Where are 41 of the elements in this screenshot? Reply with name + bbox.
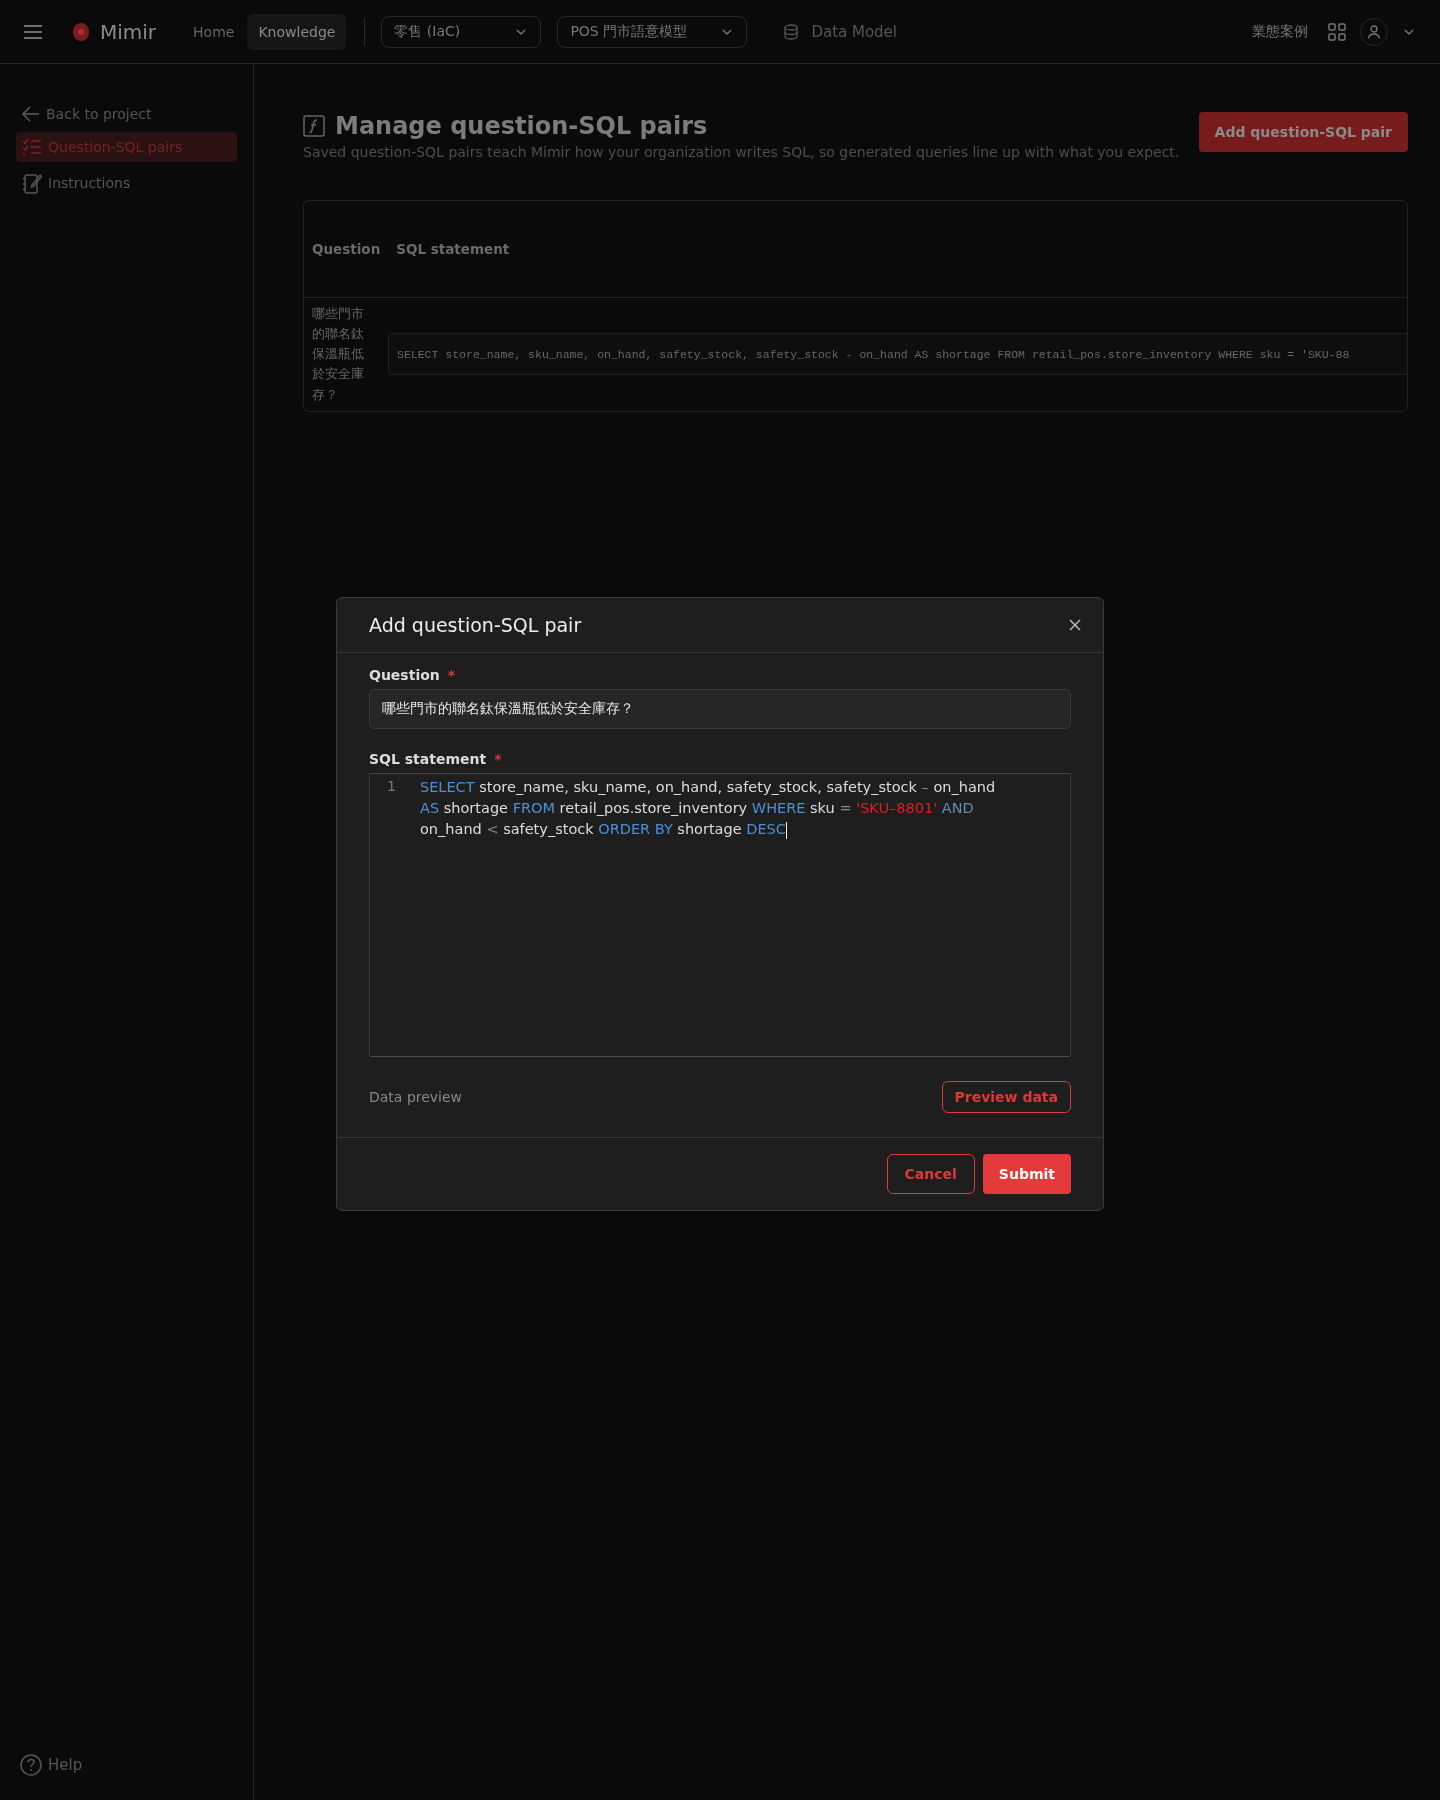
sidebar-item[interactable]: Instructions bbox=[16, 166, 237, 200]
help-link[interactable]: Help bbox=[16, 1754, 237, 1776]
preview-label: Data preview bbox=[369, 1089, 463, 1105]
line-number: 1 bbox=[386, 777, 397, 796]
column-header: Question bbox=[312, 241, 382, 257]
nav-tab[interactable]: Home bbox=[182, 13, 246, 50]
arrow-left-icon bbox=[22, 106, 40, 122]
question-cell-text: 哪些門市的聯名鈦保溫瓶低於安全庫存？ bbox=[312, 305, 365, 404]
page-title: Manage question-SQL pairs bbox=[335, 112, 708, 140]
menu-icon[interactable] bbox=[24, 24, 42, 39]
sql-editor[interactable]: 1 SELECT store_name, sku_name, on_hand, safety_stock, safety_stock – on_hand AS shortage FROM retail_pos.store_inventory WHERE sku = 'SKU–8801' AND on_hand < safety_stock ORDER BY shortage DESC bbox=[369, 773, 1071, 1057]
project-dropdown[interactable]: POS 門市語意模型 bbox=[557, 15, 748, 48]
grid-icon[interactable] bbox=[1328, 22, 1346, 41]
submit-button[interactable]: Submit bbox=[982, 1154, 1071, 1194]
sql-cell: SELECT store_name, sku_name, on_hand, safety_stock, safety_stock - on_hand AS shortage FROM retail_pos.store_inventory WHERE sku = 'SKU-88 bbox=[388, 333, 1407, 376]
app-name: Mimir bbox=[100, 19, 157, 44]
user-icon bbox=[1367, 24, 1381, 39]
required-mark: * bbox=[447, 667, 456, 683]
field-label: SQL statement bbox=[369, 751, 487, 767]
logo-icon bbox=[72, 21, 90, 42]
page-subtitle: Saved question-SQL pairs teach Mimir how your organization writes SQL, so generated queries line up with what you expect. bbox=[303, 144, 1180, 160]
required-mark: * bbox=[494, 751, 502, 767]
sql-code: SELECT store_name, sku_name, on_hand, safety_stock, safety_stock – on_hand AS shortage FROM retail_pos.store_inventory WHERE sku = 'SKU–8801' AND on_hand < safety_stock ORDER BY shortage DESC bbox=[420, 778, 997, 841]
notebook-icon bbox=[22, 172, 42, 194]
cancel-button[interactable]: Cancel bbox=[886, 1154, 975, 1194]
checklist-icon bbox=[22, 138, 42, 156]
nav-tab[interactable]: Knowledge bbox=[247, 13, 347, 50]
back-link[interactable]: Back to project bbox=[16, 100, 237, 128]
modal-title: Add question-SQL pair bbox=[369, 614, 582, 636]
cases-link[interactable]: 業態案例 bbox=[1246, 21, 1314, 42]
preview-button[interactable]: Preview data bbox=[941, 1081, 1071, 1113]
field-label: Question bbox=[369, 667, 440, 683]
question-input[interactable]: 哪些門市的聯名鈦保溫瓶低於安全庫存？ bbox=[369, 689, 1071, 729]
close-icon bbox=[1069, 619, 1081, 631]
project-dropdown[interactable]: 零售 (IaC) bbox=[381, 15, 542, 48]
column-header: SQL statement bbox=[396, 241, 511, 257]
add-pair-button[interactable]: Add question-SQL pair bbox=[1198, 112, 1408, 152]
database-icon bbox=[783, 23, 800, 40]
function-icon bbox=[303, 115, 325, 137]
help-icon bbox=[20, 1754, 42, 1776]
data-model-link[interactable]: Data Model bbox=[777, 21, 903, 42]
